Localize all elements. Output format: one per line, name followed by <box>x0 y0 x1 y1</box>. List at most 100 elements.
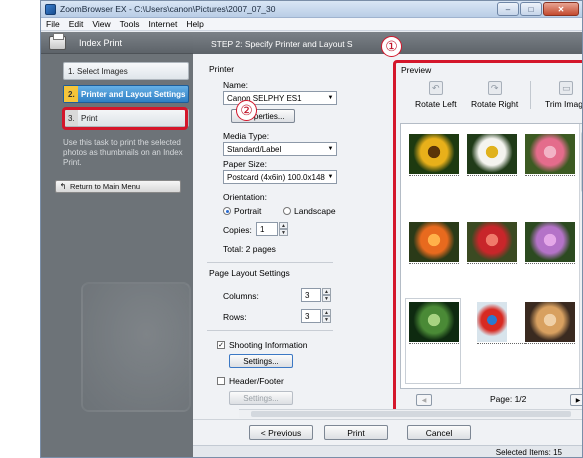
thumbnail-green-leaves[interactable] <box>409 302 459 344</box>
thumbnail-caption <box>409 175 459 178</box>
total-pages: Total: 2 pages <box>223 244 276 254</box>
step-number: 2. <box>64 86 78 102</box>
printer-section-title: Printer <box>209 64 235 74</box>
print-step-highlight <box>62 107 188 130</box>
media-type-label: Media Type: <box>223 131 270 141</box>
menu-internet[interactable]: Internet <box>148 19 177 29</box>
thumbnail-parrot[interactable] <box>477 302 527 344</box>
trim-image-label: Trim Image <box>545 99 583 109</box>
window-title: ZoomBrowser EX - C:\Users\canon\Pictures… <box>60 4 276 14</box>
rotate-left-label: Rotate Left <box>415 99 457 109</box>
page-layout-section-title: Page Layout Settings <box>209 268 290 278</box>
chevron-down-icon: ▼ <box>325 143 336 155</box>
toolbar-separator <box>530 81 531 109</box>
menu-file[interactable]: File <box>46 19 60 29</box>
orientation-label: Orientation: <box>223 192 267 202</box>
columns-input[interactable]: 3 <box>301 288 321 302</box>
copies-stepper[interactable]: ▲ ▼ <box>279 222 288 236</box>
trim-image-button[interactable]: ▭ Trim Image <box>545 81 583 109</box>
return-arrow-icon: ↰ <box>59 182 67 191</box>
cancel-button[interactable]: Cancel <box>407 425 471 440</box>
rotate-right-label: Rotate Right <box>471 99 519 109</box>
horizontal-scrollbar[interactable] <box>239 409 582 418</box>
chevron-down-icon: ▼ <box>325 92 336 104</box>
thumbnail-caption <box>525 343 575 346</box>
thumbnail-caption <box>525 263 575 266</box>
return-to-main-menu-button[interactable]: ↰ Return to Main Menu <box>55 180 181 193</box>
thumbnail-white-daisy[interactable] <box>467 134 517 176</box>
printer-settings: Printer Name: Canon SELPHY ES1 ▼ Propert… <box>201 58 387 408</box>
close-button[interactable]: ✕ <box>543 2 579 16</box>
step-select-images[interactable]: 1. Select Images <box>63 62 189 80</box>
paper-size-select[interactable]: Postcard (4x6in) 100.0x148.0 ▼ <box>223 170 337 184</box>
previous-button[interactable]: < Previous <box>249 425 313 440</box>
step-label: Select Images <box>77 66 128 76</box>
rotate-right-button[interactable]: ↷ Rotate Right <box>471 81 518 109</box>
next-page-button[interactable]: ▶ <box>570 394 582 406</box>
stepper-up-icon[interactable]: ▲ <box>322 309 331 316</box>
main-panel: STEP 2: Specify Printer and Layout S Pri… <box>193 32 583 457</box>
thumbnail-caption <box>467 175 517 178</box>
thumbnail-pink-flowers[interactable] <box>525 134 575 176</box>
thumbnail-purple-flowers[interactable] <box>525 222 575 264</box>
preview-title: Preview <box>401 65 432 75</box>
preview-scrollbar[interactable] <box>579 124 582 388</box>
trim-image-icon: ▭ <box>559 81 574 95</box>
rows-label: Rows: <box>223 312 247 322</box>
app-icon <box>45 4 56 15</box>
maximize-button[interactable]: □ <box>520 2 542 16</box>
header-footer-checkbox[interactable] <box>217 377 225 385</box>
rows-input[interactable]: 3 <box>301 309 321 323</box>
minimize-button[interactable]: – <box>497 2 519 16</box>
selected-items-count: Selected Items: 15 <box>495 448 562 457</box>
menu-bar: File Edit View Tools Internet Help <box>41 18 582 31</box>
stepper-up-icon[interactable]: ▲ <box>279 222 288 229</box>
thumbnail-orange-lilies[interactable] <box>409 222 459 264</box>
header-footer-settings-button[interactable]: Settings... <box>229 391 293 405</box>
title-bar: ZoomBrowser EX - C:\Users\canon\Pictures… <box>41 1 582 18</box>
media-type-value: Standard/Label <box>227 144 282 154</box>
preview-page-area <box>400 123 582 389</box>
stepper-down-icon[interactable]: ▼ <box>279 229 288 236</box>
step-printer-layout-settings[interactable]: 2. Printer and Layout Settings <box>63 85 189 103</box>
copies-label: Copies: <box>223 225 252 235</box>
stepper-down-icon[interactable]: ▼ <box>322 316 331 323</box>
step-label: Printer and Layout Settings <box>81 89 186 99</box>
task-panel: Index Print 1. Select Images 2. Printer … <box>41 32 193 457</box>
thumbnail-caption <box>467 263 517 266</box>
media-type-select[interactable]: Standard/Label ▼ <box>223 142 337 156</box>
chevron-down-icon: ▼ <box>325 171 336 183</box>
preview-panel: Preview ↶ Rotate Left ↷ Rotate Right ▭ T… <box>399 63 583 410</box>
copies-input[interactable]: 1 <box>256 222 278 236</box>
previous-page-button[interactable]: ◀ <box>416 394 432 406</box>
app-window: ZoomBrowser EX - C:\Users\canon\Pictures… <box>40 0 583 458</box>
shooting-info-settings-button[interactable]: Settings... <box>229 354 293 368</box>
callout-number-2: ② <box>236 100 257 121</box>
thumbnail-sunflower[interactable] <box>409 134 459 176</box>
menu-tools[interactable]: Tools <box>120 19 140 29</box>
stepper-up-icon[interactable]: ▲ <box>322 288 331 295</box>
menu-help[interactable]: Help <box>186 19 203 29</box>
landscape-label: Landscape <box>294 206 336 216</box>
rotate-left-icon: ↶ <box>428 81 443 95</box>
thumbnail-kitten[interactable] <box>525 302 575 344</box>
task-panel-header: Index Print <box>41 32 193 54</box>
menu-edit[interactable]: Edit <box>69 19 84 29</box>
rows-stepper[interactable]: ▲ ▼ <box>322 309 331 323</box>
print-button[interactable]: Print <box>324 425 388 440</box>
thumbnail-red-flowers[interactable] <box>467 222 517 264</box>
rotate-left-button[interactable]: ↶ Rotate Left <box>415 81 457 109</box>
landscape-radio[interactable] <box>283 207 291 215</box>
columns-stepper[interactable]: ▲ ▼ <box>322 288 331 302</box>
portrait-radio[interactable] <box>223 207 231 215</box>
stepper-down-icon[interactable]: ▼ <box>322 295 331 302</box>
printer-name-value: Canon SELPHY ES1 <box>227 93 302 103</box>
menu-view[interactable]: View <box>92 19 110 29</box>
rotate-right-icon: ↷ <box>487 81 502 95</box>
status-bar: Selected Items: 15 <box>193 445 582 457</box>
thumbnail-caption <box>409 263 459 266</box>
task-description: Use this task to print the selected phot… <box>63 138 183 167</box>
section-divider <box>207 262 333 263</box>
task-title: Index Print <box>79 38 123 48</box>
shooting-information-checkbox[interactable]: ✓ <box>217 341 225 349</box>
